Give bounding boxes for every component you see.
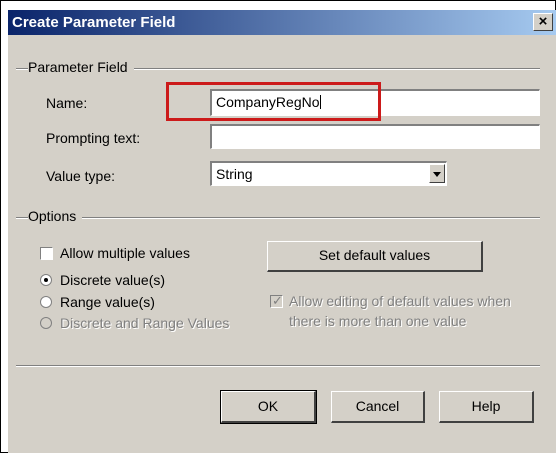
radio-discrete-and-range [40,317,52,329]
value-type-label: Value type: [46,168,116,184]
close-button[interactable]: × [533,13,553,31]
ok-button-label: OK [257,398,279,414]
radio-discrete[interactable] [40,274,52,286]
radio-discrete-and-range-label: Discrete and Range Values [60,315,230,331]
parameter-field-group-label: Parameter Field [28,59,134,75]
cancel-button-label: Cancel [355,398,400,414]
window-title: Create Parameter Field [12,14,176,31]
allow-multiple-label[interactable]: Allow multiple values [60,245,190,261]
radio-discrete-label[interactable]: Discrete value(s) [60,272,165,288]
help-button[interactable]: Help [439,391,534,423]
create-parameter-dialog: Create Parameter Field × Parameter Field… [8,10,556,453]
radio-range[interactable] [40,296,52,308]
options-separator [16,217,540,219]
ok-button[interactable]: OK [220,390,317,424]
prompting-text-input[interactable] [210,124,540,149]
prompting-text-label: Prompting text: [46,130,141,146]
allow-editing-checkbox [270,293,283,309]
radio-range-label[interactable]: Range value(s) [60,294,155,310]
value-type-select[interactable]: String [210,161,447,186]
options-group-label: Options [28,208,83,224]
value-type-selected: String [216,166,253,182]
allow-editing-label-line2: there is more than one value [289,313,467,329]
dropdown-arrow-icon[interactable] [429,164,445,183]
set-default-values-button[interactable]: Set default values [267,241,483,272]
allow-editing-label-line1: Allow editing of default values when [289,293,511,309]
bottom-separator [16,365,540,367]
close-icon: × [538,13,548,30]
cancel-button[interactable]: Cancel [331,391,425,423]
highlight-box [166,82,381,121]
title-bar[interactable]: Create Parameter Field × [8,10,556,35]
help-button-label: Help [471,398,501,414]
set-default-values-label: Set default values [318,247,431,263]
name-label: Name: [46,95,88,111]
allow-multiple-checkbox[interactable] [40,247,53,260]
